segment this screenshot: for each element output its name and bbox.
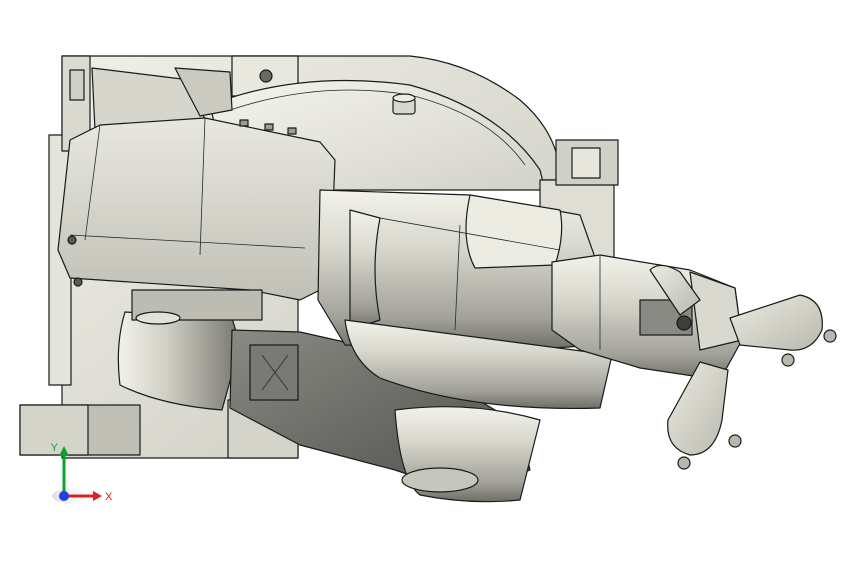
- y-axis-arrowhead: [59, 446, 69, 456]
- coordinate-triad: Y X: [51, 442, 113, 504]
- x-axis-arrowhead: [93, 491, 102, 501]
- z-axis-origin: [59, 491, 69, 501]
- elbow-pulley[interactable]: [394, 406, 541, 503]
- graphics-viewport[interactable]: Y X: [0, 0, 867, 562]
- y-axis-label: Y: [51, 442, 59, 454]
- robot-arm-model[interactable]: [0, 0, 867, 562]
- x-axis-label: X: [105, 491, 113, 503]
